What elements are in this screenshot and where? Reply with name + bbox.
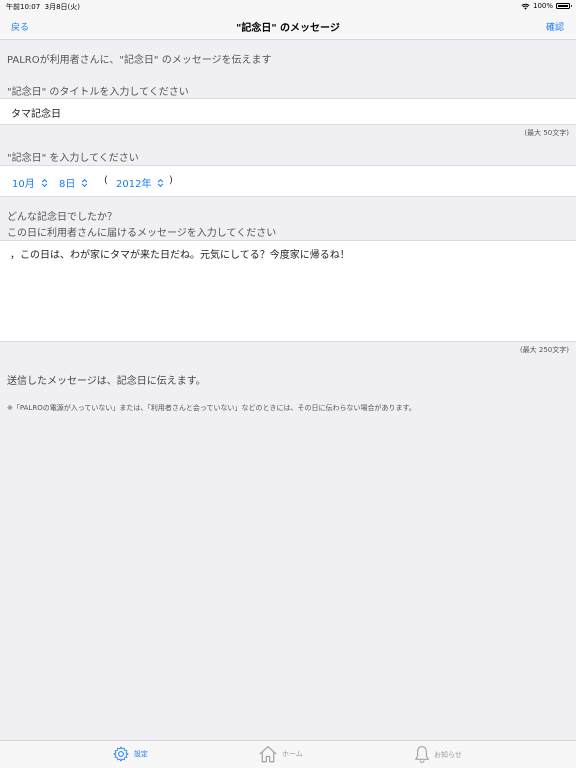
title-row: [0, 98, 576, 125]
title-limit: (最大 50文字): [524, 129, 569, 137]
tab-bar: 設定 ホーム お知らせ: [0, 740, 576, 768]
tab-notifications-label: お知らせ: [434, 750, 462, 759]
tab-home-label: ホーム: [282, 750, 303, 758]
tab-notifications[interactable]: お知らせ: [414, 745, 462, 764]
bell-icon: [415, 746, 429, 763]
message-row: ，この日は、わが家にタマが来た日だね。元気にしてる？今度家に帰るね！: [0, 240, 576, 342]
nav-bar: 戻る "記念日" のメッセージ 確認: [0, 12, 576, 40]
month-value: 10月: [12, 179, 35, 190]
open-paren: (: [104, 175, 108, 186]
chevron-updown-icon: [41, 178, 47, 187]
intro-text: PALROが利用者さんに、"記念日" のメッセージを伝えます: [7, 55, 272, 66]
day-picker[interactable]: 8日: [59, 175, 88, 190]
battery-percent: 100%: [532, 2, 553, 10]
date-label: "記念日" を入力してください: [7, 153, 139, 164]
message-label-line1: どんな記念日でしたか？: [7, 212, 117, 223]
status-time-text: 午前10:07: [6, 3, 41, 11]
status-bar: 午前10:07 3月8日(火) 100%: [0, 0, 576, 12]
message-limit: (最大 250文字): [519, 346, 569, 354]
date-row: 10月 8日 ( 2012年 ): [0, 165, 576, 197]
confirm-button[interactable]: 確認: [546, 20, 564, 33]
gear-icon: [113, 746, 129, 762]
tab-settings-label: 設定: [134, 750, 148, 758]
status-right: 100%: [521, 2, 572, 10]
chevron-updown-icon: [158, 178, 164, 187]
message-label-line2: この日に利用者さんに届けるメッセージを入力してください: [7, 228, 277, 239]
battery-icon: [556, 3, 572, 9]
chevron-updown-icon: [82, 178, 88, 187]
title-input[interactable]: [11, 105, 561, 119]
status-date: 3月8日(火): [44, 3, 81, 11]
send-note: 送信したメッセージは、記念日に伝えます。: [7, 376, 206, 387]
tab-settings[interactable]: 設定: [112, 745, 148, 763]
wifi-icon: [521, 3, 530, 10]
home-icon: [259, 746, 277, 763]
delivery-note: ※「PALROの電源が入っていない」または、「利用者さんと会っていない」などのと…: [7, 404, 416, 412]
page-title: "記念日" のメッセージ: [236, 23, 340, 34]
year-picker[interactable]: 2012年: [116, 175, 164, 190]
tab-home[interactable]: ホーム: [258, 745, 303, 763]
message-textarea[interactable]: ，この日は、わが家にタマが来た日だね。元気にしてる？今度家に帰るね！: [10, 249, 566, 339]
status-time: 午前10:07 3月8日(火): [6, 2, 80, 12]
day-value: 8日: [59, 179, 76, 190]
year-value: 2012年: [116, 179, 152, 190]
close-paren: ): [169, 175, 173, 186]
month-picker[interactable]: 10月: [12, 175, 48, 190]
title-label: "記念日" のタイトルを入力してください: [7, 87, 189, 98]
